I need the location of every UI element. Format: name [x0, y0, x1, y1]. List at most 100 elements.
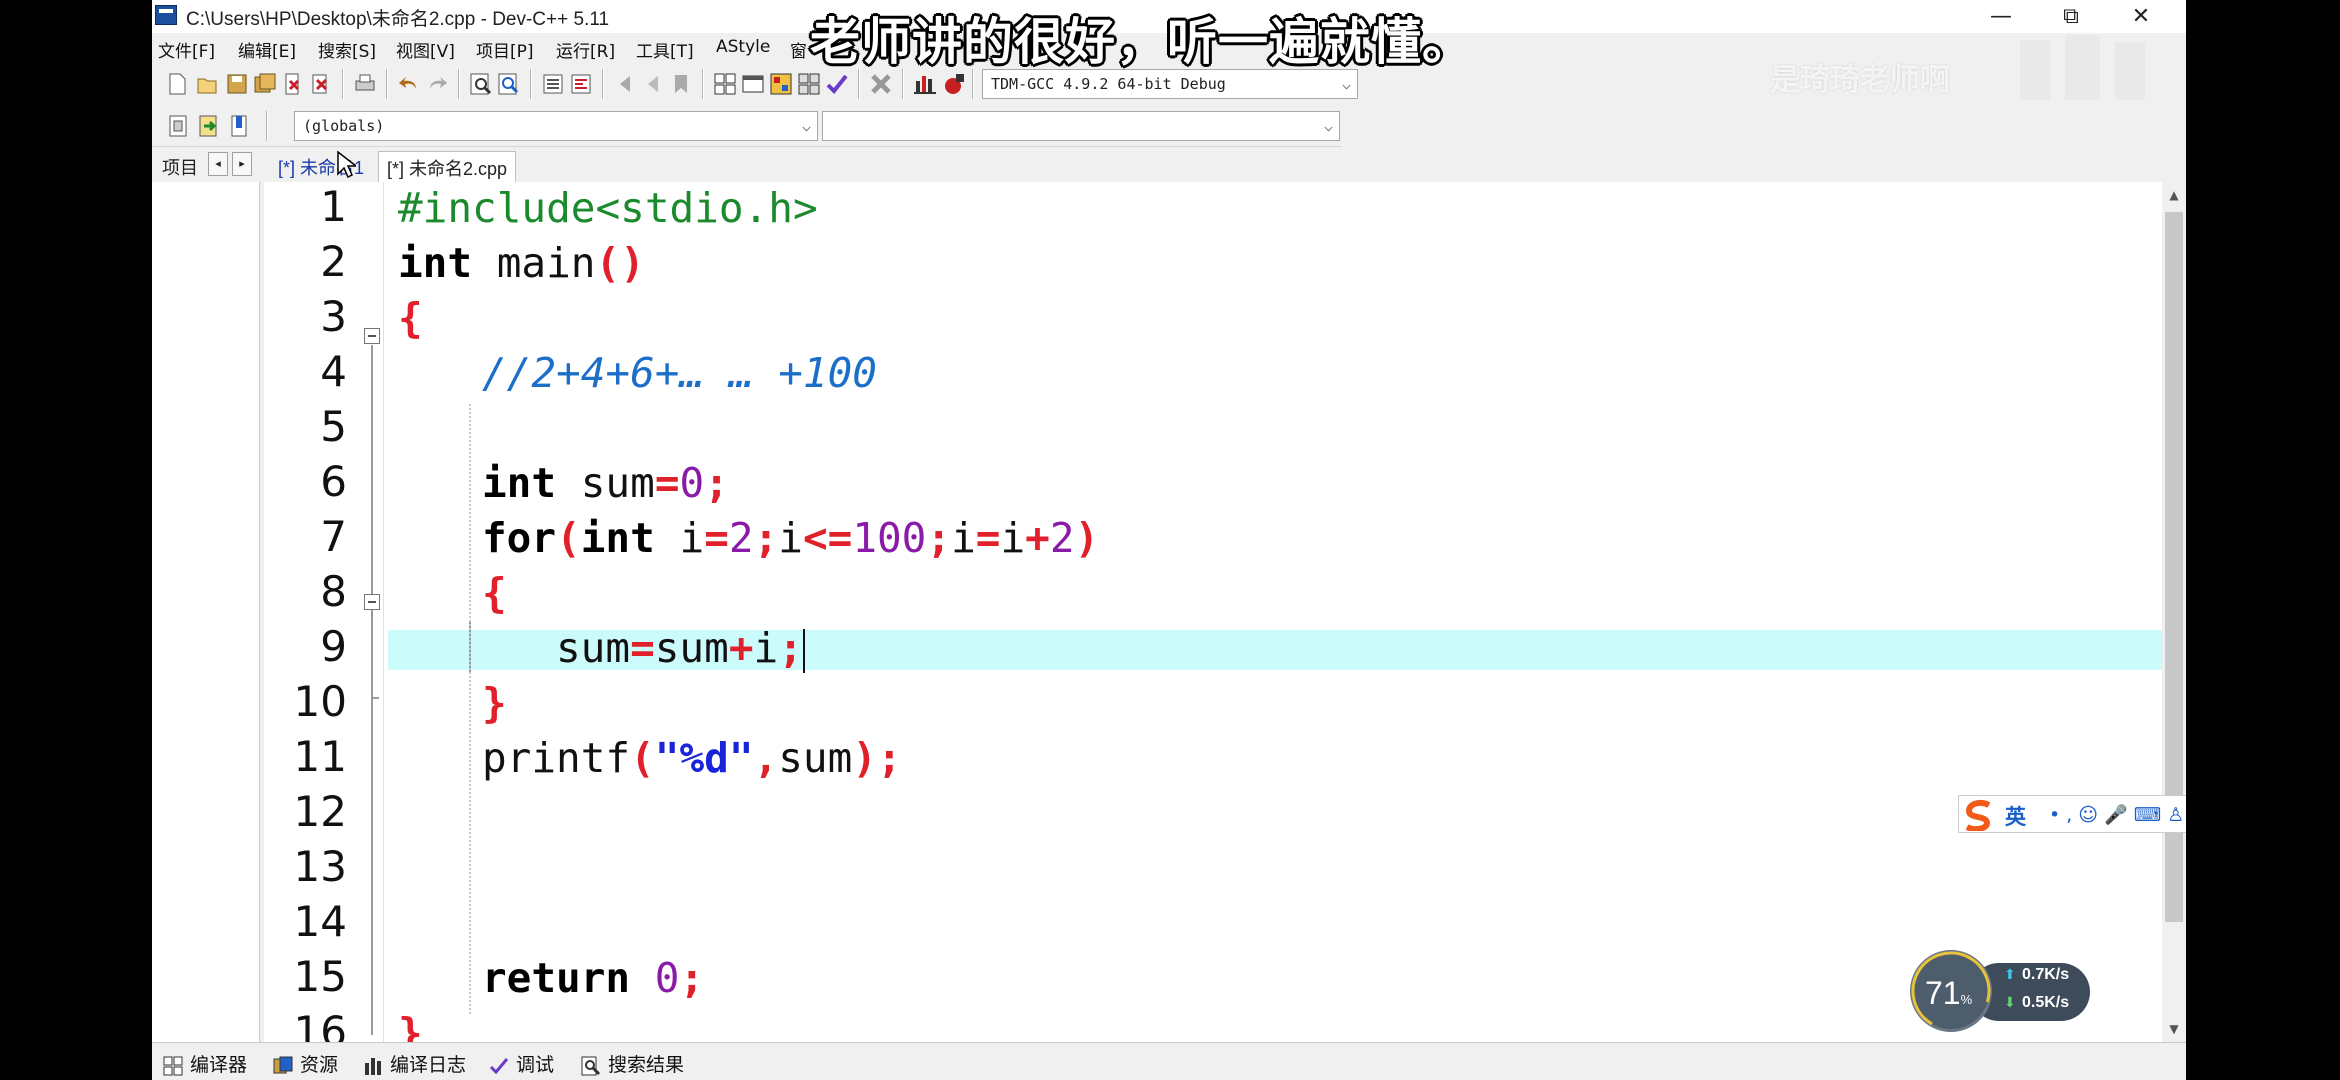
close-file-icon[interactable] [280, 71, 306, 97]
menu-astyle[interactable]: AStyle [716, 37, 770, 57]
fold-end-marker [371, 697, 379, 699]
symbol: , [753, 734, 779, 782]
chevron-down-icon: ⌵ [801, 117, 811, 135]
keyword: int [482, 459, 557, 507]
identifier: main [472, 239, 596, 287]
menu-tools[interactable]: 工具[T] [636, 37, 694, 62]
tab-compiler[interactable]: 编译器 [162, 1050, 247, 1077]
symbol: = [704, 514, 729, 562]
tab-search-results[interactable]: 搜索结果 [580, 1050, 684, 1077]
syntax-check-icon[interactable] [824, 71, 850, 97]
forward-icon[interactable] [640, 71, 666, 97]
restore-button[interactable]: ⧉ [2036, 0, 2106, 33]
fold-line [371, 345, 373, 1035]
symbol: = [975, 514, 1001, 562]
goto-icon[interactable] [196, 113, 222, 139]
menu-window[interactable]: 窗 [790, 37, 807, 62]
fold-collapse-icon[interactable] [364, 594, 380, 610]
video-subtitle: 老师讲的很好，听一遍就懂。 [810, 13, 1473, 71]
tab-resources[interactable]: 资源 [272, 1050, 338, 1077]
scroll-up-arrow-icon[interactable]: ▲ [2162, 184, 2186, 206]
line-number: 13 [293, 842, 347, 891]
ime-tool-icons[interactable]: •,☺🎤⌨♙👕▦ [2049, 803, 2186, 826]
menu-run[interactable]: 运行[R] [556, 37, 615, 62]
symbol: <= [802, 514, 853, 562]
ime-mode-label[interactable]: 英 [2005, 801, 2026, 831]
menu-edit[interactable]: 编辑[E] [238, 37, 296, 62]
rebuild-icon[interactable] [796, 71, 822, 97]
search-results-icon [581, 1056, 601, 1075]
project-nav-next-button[interactable]: ▸ [232, 152, 252, 176]
scroll-down-arrow-icon[interactable]: ▼ [2162, 1018, 2186, 1040]
code-line-16: } [398, 1006, 423, 1042]
compile-icon[interactable] [712, 71, 738, 97]
line-number: 5 [320, 402, 347, 451]
fold-collapse-icon[interactable] [364, 328, 380, 344]
menu-file[interactable]: 文件[F] [158, 37, 215, 62]
minimize-button[interactable]: — [1966, 0, 2036, 33]
code-line-15: return 0; [482, 951, 704, 1006]
code-editor[interactable]: 1 2 3 4 5 6 7 8 9 10 11 12 13 14 15 16 #… [264, 182, 2186, 1042]
number: 2 [1049, 514, 1075, 562]
tab-debug[interactable]: 调试 [488, 1050, 554, 1077]
undo-icon[interactable] [396, 71, 422, 97]
toolbar-separator [602, 69, 604, 99]
tab-file-1[interactable]: [*] 未命名1 [270, 151, 372, 182]
window-title: C:\Users\HP\Desktop\未命名2.cpp - Dev-C++ 5… [186, 9, 610, 30]
menu-view[interactable]: 视图[V] [396, 37, 455, 62]
bookmark-icon[interactable] [668, 71, 694, 97]
debug-icon[interactable] [940, 71, 966, 97]
scope-select[interactable]: (globals) ⌵ [294, 111, 818, 141]
identifier: i [1000, 514, 1026, 562]
close-button[interactable]: ✕ [2106, 0, 2176, 33]
editor-vertical-scrollbar[interactable]: ▲ ▼ [2162, 182, 2186, 1042]
line-number: 12 [293, 787, 347, 836]
unindent-icon[interactable] [568, 71, 594, 97]
run-icon[interactable] [740, 71, 766, 97]
new-file-icon[interactable] [164, 71, 190, 97]
mouse-pointer-icon [337, 150, 356, 179]
text-caret [802, 629, 805, 673]
tab-debug-label: 调试 [516, 1054, 555, 1076]
code-line-8: { [482, 566, 507, 621]
replace-icon[interactable] [496, 71, 522, 97]
chevron-down-icon: ⌵ [1341, 75, 1351, 93]
insert-icon[interactable] [166, 113, 192, 139]
line-number: 7 [320, 512, 347, 561]
bookmark-toggle-icon[interactable] [226, 113, 252, 139]
tab-search-results-label: 搜索结果 [608, 1054, 685, 1076]
project-nav-prev-button[interactable]: ◂ [208, 152, 228, 176]
devcpp-window: C:\Users\HP\Desktop\未命名2.cpp - Dev-C++ 5… [152, 0, 2186, 1080]
symbol: ) [852, 734, 877, 782]
menu-project[interactable]: 项目[P] [476, 37, 534, 62]
tab-file-2[interactable]: [*] 未命名2.cpp [378, 151, 517, 182]
devcpp-app-icon [155, 5, 177, 25]
line-number: 14 [293, 897, 347, 946]
menu-search[interactable]: 搜索[S] [318, 37, 376, 62]
profile-icon[interactable] [912, 71, 938, 97]
tab-compiler-label: 编译器 [190, 1054, 248, 1076]
toolbar-separator [702, 69, 704, 99]
stop-execution-icon[interactable] [868, 71, 894, 97]
function-select[interactable]: ⌵ [822, 111, 1340, 141]
back-icon[interactable] [612, 71, 638, 97]
string-literal: "%d" [654, 734, 754, 782]
find-icon[interactable] [468, 71, 494, 97]
close-all-icon[interactable] [308, 71, 334, 97]
print-icon[interactable] [352, 71, 378, 97]
save-all-icon[interactable] [252, 71, 278, 97]
compile-log-icon [365, 1057, 381, 1075]
indent-icon[interactable] [540, 71, 566, 97]
code-line-10: } [482, 676, 507, 731]
symbol: { [398, 294, 423, 342]
line-number: 15 [293, 952, 347, 1001]
open-file-icon[interactable] [194, 71, 220, 97]
project-panel-label[interactable]: 项目 [162, 154, 198, 180]
tabs-row: 项目 ◂ ▸ [*] 未命名1 [*] 未命名2.cpp [152, 147, 2186, 182]
network-monitor-widget[interactable]: 71% ⬆ 0.7K/s ⬇ 0.5K/s [1910, 950, 2095, 1032]
ime-toolbar[interactable]: 英 •,☺🎤⌨♙👕▦ [1958, 795, 2186, 833]
save-icon[interactable] [224, 71, 250, 97]
tab-compile-log[interactable]: 编译日志 [362, 1050, 466, 1077]
compile-run-icon[interactable] [768, 71, 794, 97]
redo-icon[interactable] [424, 71, 450, 97]
